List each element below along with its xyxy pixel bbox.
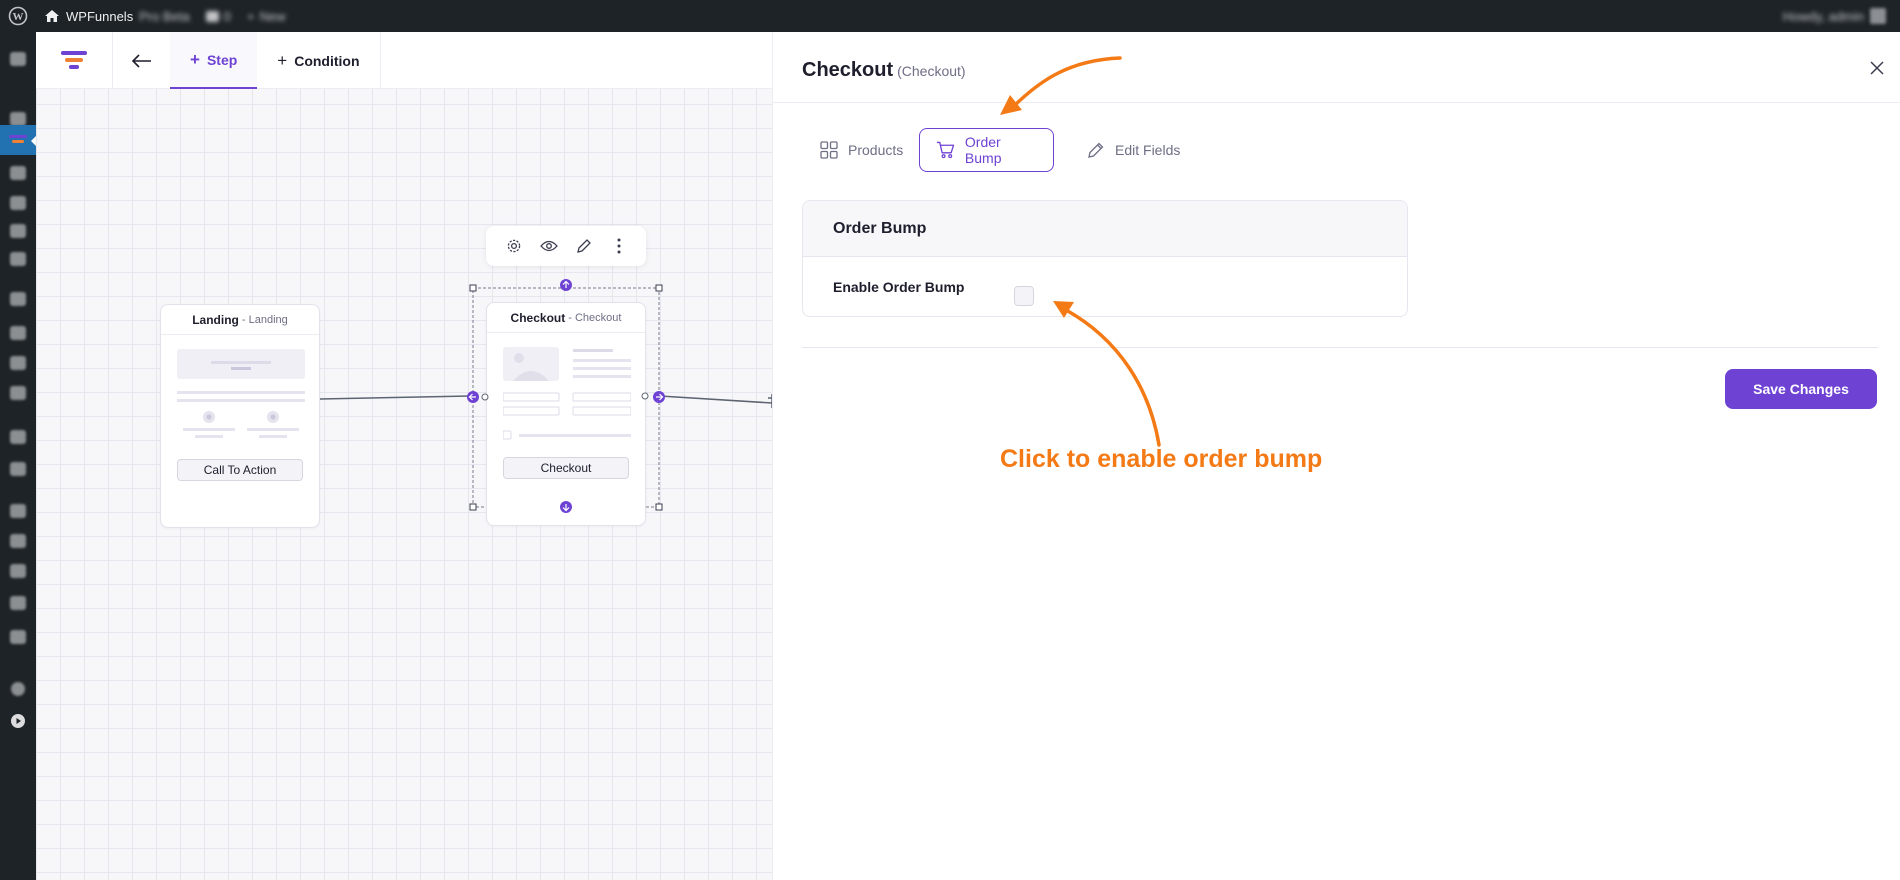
extra-menu-icon[interactable] — [0, 622, 36, 652]
users-icon[interactable] — [0, 526, 36, 556]
divider — [802, 347, 1878, 348]
wp-admin-menu — [0, 32, 37, 880]
close-icon[interactable] — [1867, 58, 1887, 78]
avatar — [1870, 8, 1886, 24]
wordpress-logo-icon[interactable]: W — [0, 0, 36, 32]
site-home-link[interactable]: WPFunnels Pro Beta — [36, 0, 198, 32]
funnel-canvas[interactable]: + Step + Condition Landing - Landing Cal… — [36, 32, 772, 880]
site-extra: Pro Beta — [139, 8, 190, 24]
wp-admin-bar: W WPFunnels Pro Beta 0 + New Howdy, admi… — [0, 0, 1900, 32]
site-name: WPFunnels — [66, 8, 134, 24]
woocommerce-icon[interactable] — [0, 284, 36, 314]
enable-order-bump-label: Enable Order Bump — [833, 279, 965, 295]
panel-subtitle: (Checkout) — [897, 63, 966, 79]
save-changes-button[interactable]: Save Changes — [1725, 369, 1877, 409]
new-label: New — [259, 8, 286, 24]
my-account[interactable]: Howdy, admin — [1783, 8, 1900, 24]
panel-title-text: Checkout — [802, 59, 894, 81]
appearance-icon[interactable] — [0, 244, 36, 274]
step-settings-panel: Checkout (Checkout) Products Order Bump E… — [772, 32, 1900, 880]
enable-order-bump-checkbox[interactable] — [1014, 286, 1034, 306]
tab-products[interactable]: Products — [804, 128, 919, 172]
collapse-icon[interactable] — [0, 674, 36, 704]
analytics-icon[interactable] — [0, 348, 36, 378]
order-bump-card: Order Bump Enable Order Bump — [802, 200, 1408, 317]
tools-icon[interactable] — [0, 556, 36, 586]
tab-order-bump-label: Order Bump — [964, 134, 1002, 166]
comments-icon[interactable] — [0, 216, 36, 246]
settings-icon[interactable] — [0, 588, 36, 618]
panel-title: Checkout (Checkout) — [802, 59, 966, 82]
panel-header: Checkout (Checkout) — [773, 32, 1900, 103]
marketing-icon[interactable] — [0, 378, 36, 408]
play-icon[interactable] — [0, 706, 36, 736]
tab-order-bump[interactable]: Order Bump — [919, 128, 1054, 172]
enable-order-bump-row: Enable Order Bump — [803, 257, 1407, 316]
svg-text:W: W — [13, 11, 24, 23]
comments-count: 0 — [223, 8, 232, 24]
elementor-icon[interactable] — [0, 422, 36, 452]
plus-icon: + — [247, 8, 255, 24]
greeting: Howdy, admin — [1782, 8, 1864, 24]
media-icon[interactable] — [0, 158, 36, 188]
templates-icon[interactable] — [0, 454, 36, 484]
new-content-link[interactable]: + New — [239, 0, 294, 32]
comment-icon — [205, 10, 219, 22]
node-handles — [467, 279, 665, 513]
pages-icon[interactable] — [0, 188, 36, 218]
cart-icon — [936, 141, 955, 159]
pencil-icon — [1088, 142, 1104, 158]
wpfunnels-menu-icon[interactable] — [0, 125, 37, 155]
tab-products-label: Products — [848, 142, 904, 158]
order-bump-heading: Order Bump — [803, 201, 1407, 257]
home-icon — [45, 10, 59, 22]
annotation-text: Click to enable order bump — [1000, 445, 1323, 473]
tab-edit-fields-label: Edit Fields — [1115, 142, 1181, 158]
products-icon[interactable] — [0, 318, 36, 348]
tab-edit-fields[interactable]: Edit Fields — [1071, 128, 1196, 172]
grid-icon — [820, 141, 838, 159]
comments-link[interactable]: 0 — [198, 0, 239, 32]
plugins-icon[interactable] — [0, 496, 36, 526]
dashboard-icon[interactable] — [0, 44, 36, 74]
